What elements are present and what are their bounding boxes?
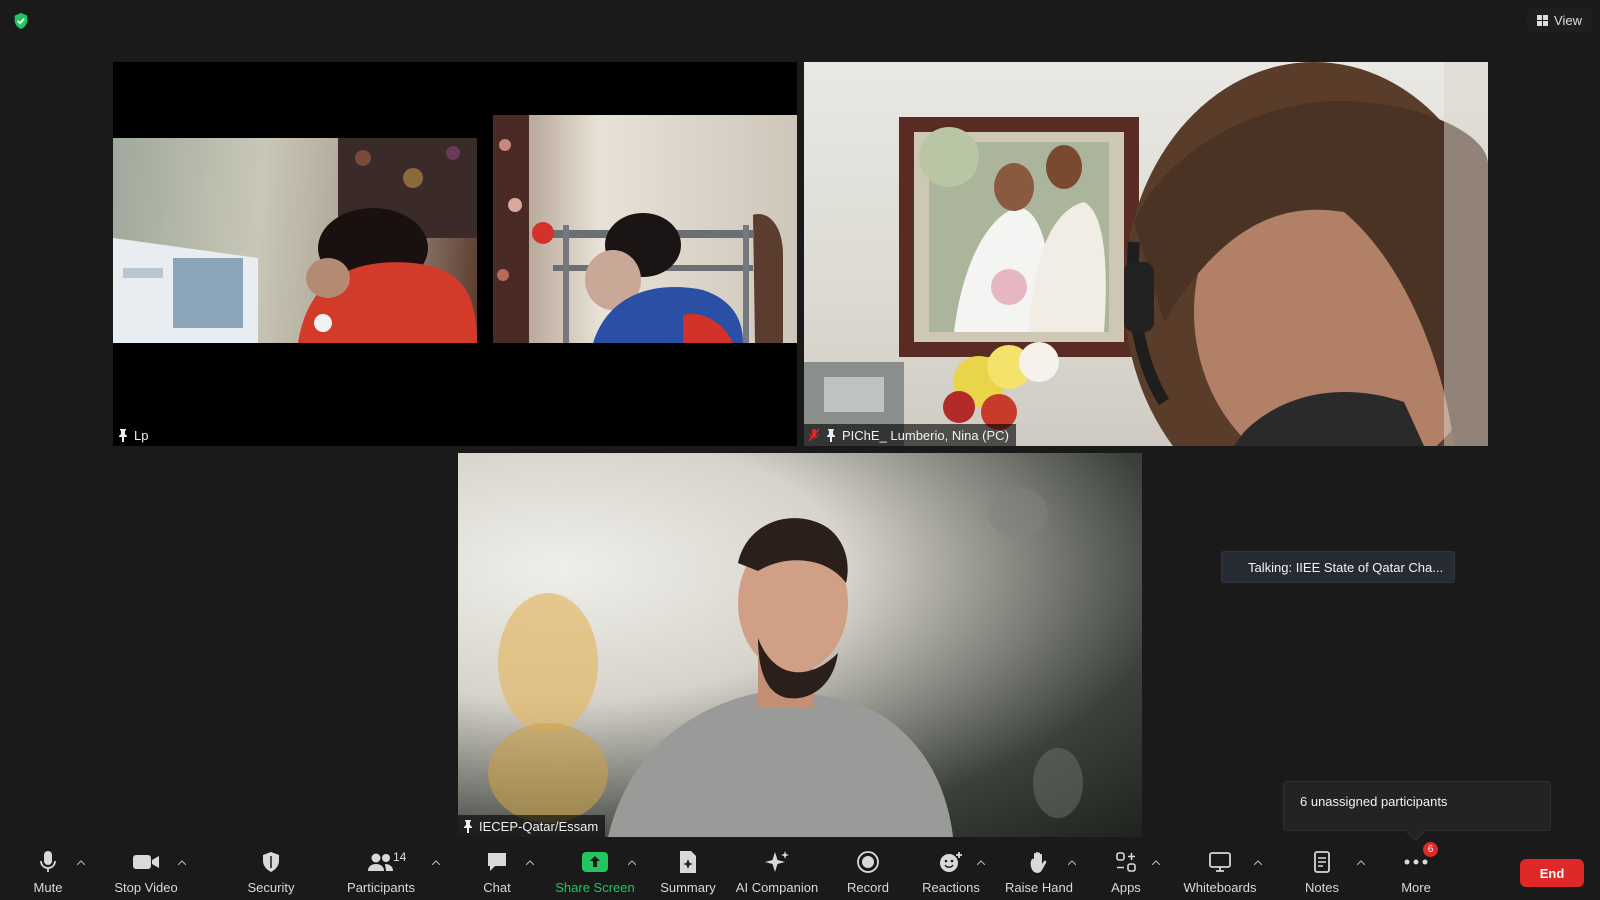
view-label: View — [1554, 12, 1582, 28]
security-label: Security — [247, 880, 295, 895]
chevron-up-icon — [432, 859, 440, 865]
raise-hand-button[interactable]: Raise Hand — [1004, 840, 1074, 900]
video-camera-icon — [133, 855, 159, 869]
participant-name: IECEP-Qatar/Essam — [479, 818, 599, 834]
chevron-up-icon — [526, 859, 534, 865]
chat-options-caret[interactable] — [524, 856, 536, 868]
chevron-up-icon — [1357, 859, 1365, 865]
apps-button[interactable]: Apps — [1106, 840, 1146, 900]
apps-label: Apps — [1111, 880, 1141, 895]
notes-icon — [1314, 851, 1330, 873]
pin-icon — [827, 429, 835, 442]
chevron-up-icon — [977, 859, 985, 865]
view-button[interactable]: View — [1527, 8, 1592, 32]
apps-icon — [1116, 852, 1136, 872]
chevron-up-icon — [77, 859, 85, 865]
more-label: More — [1401, 880, 1431, 895]
video-feed-left — [113, 138, 477, 343]
participants-count: 14 — [393, 850, 407, 864]
ai-companion-button[interactable]: AI Companion — [735, 840, 819, 900]
record-icon — [857, 851, 879, 873]
more-notification-badge: 6 — [1423, 842, 1438, 857]
chevron-up-icon — [1254, 859, 1262, 865]
summary-label: Summary — [660, 880, 716, 895]
grid-icon — [1537, 14, 1549, 26]
raise-hand-label: Raise Hand — [1005, 880, 1073, 895]
video-tile-nina[interactable]: PIChE_ Lumberio, Nina (PC) — [804, 62, 1488, 446]
pin-icon — [119, 429, 127, 442]
raise-hand-options-caret[interactable] — [1066, 856, 1078, 868]
video-tile-lp[interactable]: Lp — [113, 62, 797, 446]
security-button[interactable]: Security — [245, 840, 297, 900]
reactions-options-caret[interactable] — [975, 856, 987, 868]
end-meeting-button[interactable]: End — [1520, 859, 1584, 887]
pin-icon — [464, 820, 472, 833]
participants-button[interactable]: 14 Participants — [345, 840, 417, 900]
share-screen-button[interactable]: Share Screen — [555, 840, 635, 900]
summary-button[interactable]: Summary — [657, 840, 719, 900]
participants-options-caret[interactable] — [430, 856, 442, 868]
stop-video-button[interactable]: Stop Video — [110, 840, 182, 900]
talking-text: Talking: IIEE State of Qatar Cha... — [1248, 559, 1444, 575]
chevron-up-icon — [1068, 859, 1076, 865]
participants-icon — [368, 853, 393, 871]
security-shield-icon — [263, 852, 279, 872]
participant-name: PIChE_ Lumberio, Nina (PC) — [842, 427, 1009, 443]
unassigned-text: 6 unassigned participants — [1300, 794, 1448, 809]
participant-name-tag: Lp — [113, 424, 156, 446]
smiley-plus-icon — [940, 852, 962, 872]
notes-options-caret[interactable] — [1355, 856, 1367, 868]
more-button[interactable]: 6 More — [1396, 840, 1438, 900]
video-feed — [488, 488, 1083, 837]
mute-label: Mute — [33, 880, 63, 895]
notes-button[interactable]: Notes — [1300, 840, 1344, 900]
summary-document-icon — [680, 851, 696, 873]
whiteboard-icon — [1209, 852, 1231, 872]
apps-options-caret[interactable] — [1150, 856, 1162, 868]
whiteboards-label: Whiteboards — [1183, 880, 1257, 895]
stop-video-label: Stop Video — [114, 880, 178, 895]
video-feed — [804, 62, 1488, 446]
video-feed-right — [493, 115, 797, 343]
chevron-up-icon — [1152, 859, 1160, 865]
share-screen-label: Share Screen — [555, 880, 635, 895]
audio-options-caret[interactable] — [75, 856, 87, 868]
chat-label: Chat — [483, 880, 511, 895]
reactions-label: Reactions — [922, 880, 980, 895]
whiteboards-button[interactable]: Whiteboards — [1182, 840, 1258, 900]
participant-name-tag: IECEP-Qatar/Essam — [458, 815, 606, 837]
participants-label: Participants — [347, 880, 415, 895]
chat-button[interactable]: Chat — [479, 840, 515, 900]
video-tile-essam[interactable]: IECEP-Qatar/Essam — [458, 453, 1142, 837]
video-options-caret[interactable] — [176, 856, 188, 868]
participant-name: Lp — [134, 427, 149, 443]
more-dots-icon — [1404, 859, 1428, 865]
chevron-up-icon — [178, 859, 186, 865]
share-options-caret[interactable] — [626, 856, 638, 868]
notes-label: Notes — [1305, 880, 1339, 895]
encryption-shield-icon[interactable] — [12, 12, 30, 30]
raised-hand-icon — [1030, 851, 1047, 873]
muted-mic-icon — [808, 428, 820, 442]
chevron-up-icon — [628, 859, 636, 865]
participant-name-tag: PIChE_ Lumberio, Nina (PC) — [804, 424, 1016, 446]
meeting-toolbar: Mute Stop Video Security 14 Participants… — [0, 840, 1600, 900]
reactions-button[interactable]: Reactions — [920, 840, 982, 900]
microphone-icon — [40, 851, 56, 872]
mute-button[interactable]: Mute — [30, 840, 66, 900]
share-screen-icon — [582, 852, 608, 872]
record-button[interactable]: Record — [842, 840, 894, 900]
chat-bubble-icon — [488, 853, 506, 871]
unassigned-participants-popup[interactable]: 6 unassigned participants — [1283, 781, 1551, 831]
talking-indicator: Talking: IIEE State of Qatar Cha... — [1221, 551, 1455, 583]
record-label: Record — [847, 880, 889, 895]
sparkle-icon — [765, 851, 789, 872]
ai-companion-label: AI Companion — [735, 880, 819, 895]
whiteboards-options-caret[interactable] — [1252, 856, 1264, 868]
